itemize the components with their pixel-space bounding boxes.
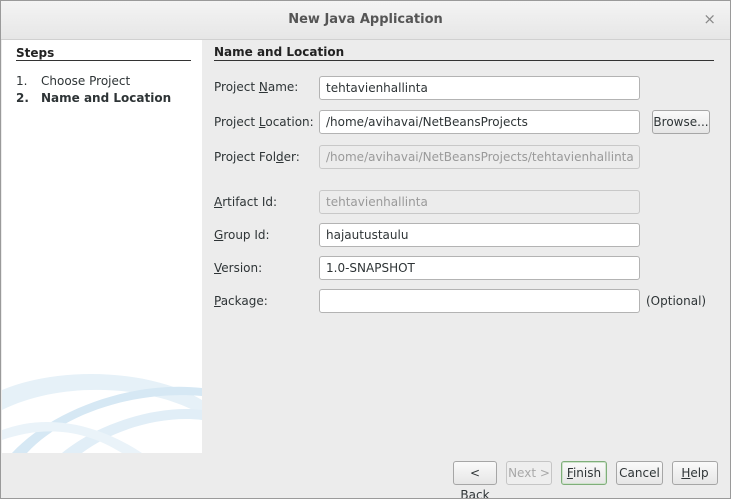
group-id-label: Group Id: xyxy=(214,228,270,242)
steps-divider xyxy=(16,60,191,61)
group-id-input[interactable] xyxy=(319,223,640,247)
version-label: Version: xyxy=(214,261,263,275)
window-title: New Java Application xyxy=(288,12,443,27)
cancel-button[interactable]: Cancel xyxy=(616,461,663,485)
project-location-input[interactable] xyxy=(319,110,640,134)
project-folder-input xyxy=(319,145,640,169)
step-label: Choose Project xyxy=(41,74,131,88)
steps-heading: Steps xyxy=(16,46,55,60)
name-and-location-panel: Name and Location Project Name: Project … xyxy=(202,40,730,453)
artifact-id-label: Artifact Id: xyxy=(214,195,278,209)
step-number: 2. xyxy=(16,91,29,105)
project-location-label: Project Location: xyxy=(214,115,314,129)
back-button[interactable]: < Back xyxy=(453,461,497,498)
package-label: Package: xyxy=(214,294,268,308)
section-divider xyxy=(214,60,714,61)
close-icon[interactable]: × xyxy=(703,10,716,28)
project-name-input[interactable] xyxy=(319,76,640,100)
help-button[interactable]: Help xyxy=(672,461,718,485)
browse-button[interactable]: Browse... xyxy=(652,110,710,134)
step-choose-project: 1. Choose Project xyxy=(16,74,130,88)
version-input[interactable] xyxy=(319,256,640,280)
next-button[interactable]: Next > xyxy=(506,461,552,485)
steps-panel: Steps 1. Choose Project 2. Name and Locati… xyxy=(2,40,202,453)
step-name-and-location: 2. Name and Location xyxy=(16,91,171,105)
artifact-id-input xyxy=(319,190,640,214)
project-folder-label: Project Folder: xyxy=(214,150,300,164)
dialog-window: New Java Application × Steps 1. Choose Pr… xyxy=(0,0,731,499)
finish-button[interactable]: Finish xyxy=(561,461,607,485)
project-name-label: Project Name: xyxy=(214,80,299,94)
step-label: Name and Location xyxy=(41,91,172,105)
section-heading: Name and Location xyxy=(214,45,345,59)
step-number: 1. xyxy=(16,74,28,88)
package-input[interactable] xyxy=(319,289,640,313)
optional-hint: (Optional) xyxy=(646,294,707,308)
decorative-swoosh-graphic xyxy=(2,373,202,453)
title-bar[interactable]: New Java Application × xyxy=(1,1,730,40)
